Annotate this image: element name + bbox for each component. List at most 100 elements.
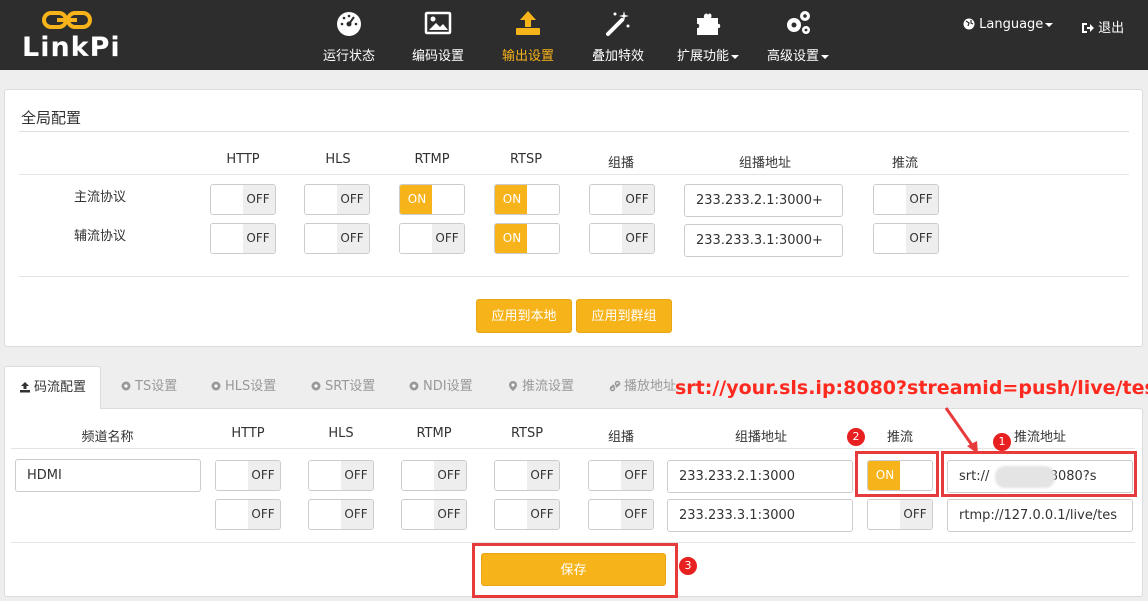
chevron-down-icon (1045, 22, 1054, 27)
row-label-main: 主流协议 (74, 190, 127, 205)
tab-stream-config[interactable]: 码流配置 (4, 366, 102, 409)
nav-label: 输出设置 (501, 49, 554, 64)
ch2-push-addr-input[interactable]: rtmp://127.0.0.1/live/tes (947, 499, 1133, 532)
main-hls-toggle[interactable]: OFF (304, 184, 370, 215)
nav-item-extensions[interactable]: 扩展功能 (670, 0, 746, 70)
link-icon (609, 380, 621, 392)
col-header-rtsp: RTSP (510, 426, 544, 441)
nav-label: 高级设置 (760, 45, 836, 64)
row-label-sub: 辅流协议 (74, 229, 127, 244)
srt-url-annotation: srt://your.sls.ip:8080?streamid=push/liv… (675, 377, 1148, 399)
globe-icon (963, 18, 975, 30)
nav-item-advanced[interactable]: 高级设置 (760, 0, 836, 70)
col-header-channel-name: 频道名称 (81, 430, 134, 445)
gears-icon (787, 11, 810, 34)
top-navbar: LinkPi 运行状态 编码设置 输出设置 叠加特效 扩展功能 高级设置 Lan… (0, 0, 1148, 70)
upload-icon (20, 382, 30, 393)
tab-ts-settings[interactable]: TS设置 (120, 366, 177, 408)
ch2-rtmp-toggle[interactable]: OFF (401, 499, 467, 530)
col-header-http: HTTP (226, 152, 260, 167)
chain-link-icon (42, 11, 92, 29)
ch1-multicast-toggle[interactable]: OFF (588, 460, 654, 491)
gear-icon (121, 381, 131, 391)
panel-title: 全局配置 (21, 109, 82, 127)
col-header-hls: HLS (328, 426, 354, 441)
highlight-box-save (472, 543, 678, 598)
arrow-annotation-icon (944, 407, 978, 454)
channel-name-input[interactable]: HDMI (15, 459, 201, 492)
apply-local-button[interactable]: 应用到本地 (476, 299, 572, 333)
tab-hls-settings[interactable]: HLS设置 (210, 366, 276, 408)
sub-hls-toggle[interactable]: OFF (304, 223, 370, 254)
image-icon (424, 11, 452, 35)
logout-icon (1082, 23, 1094, 33)
tab-push-settings[interactable]: 推流设置 (507, 366, 574, 408)
gear-icon (211, 381, 221, 391)
sub-multicast-toggle[interactable]: OFF (589, 223, 655, 254)
step-badge-3: 3 (679, 557, 697, 575)
ch2-push-toggle[interactable]: OFF (867, 499, 933, 530)
gear-icon (409, 381, 419, 391)
ch2-http-toggle[interactable]: OFF (215, 499, 281, 530)
col-header-multicast-addr: 组播地址 (734, 430, 787, 445)
sub-rtmp-toggle[interactable]: OFF (399, 223, 465, 254)
main-push-toggle[interactable]: OFF (873, 184, 939, 215)
language-dropdown[interactable]: Language (963, 17, 1054, 32)
main-multicast-addr-input[interactable]: 233.233.2.1:3000+ (684, 184, 843, 217)
ch1-rtmp-toggle[interactable]: OFF (401, 460, 467, 491)
brand-name: LinkPi (22, 32, 121, 63)
col-header-rtmp: RTMP (416, 426, 452, 441)
col-header-hls: HLS (325, 152, 351, 167)
highlight-box-push-toggle (855, 451, 939, 497)
upload-icon (516, 11, 540, 35)
ch2-rtsp-toggle[interactable]: OFF (494, 499, 560, 530)
col-header-push: 推流 (886, 430, 913, 445)
ch2-multicast-toggle[interactable]: OFF (588, 499, 654, 530)
ch2-multicast-addr-input[interactable]: 233.233.3.1:3000 (667, 499, 853, 532)
sub-rtsp-toggle[interactable]: ON (494, 223, 560, 254)
nav-item-overlay[interactable]: 叠加特效 (582, 0, 654, 70)
sub-http-toggle[interactable]: OFF (210, 223, 276, 254)
ch1-multicast-addr-input[interactable]: 233.233.2.1:3000 (667, 460, 853, 493)
puzzle-icon (697, 13, 721, 35)
gear-icon (311, 381, 321, 391)
nav-label: 编码设置 (411, 49, 464, 64)
main-multicast-toggle[interactable]: OFF (589, 184, 655, 215)
global-config-panel: 全局配置 HTTP HLS RTMP RTSP 组播 组播地址 推流 主流协议 … (4, 89, 1143, 347)
step-badge-2: 2 (847, 428, 865, 446)
col-header-multicast: 组播 (607, 156, 634, 171)
nav-item-output[interactable]: 输出设置 (492, 0, 564, 70)
magic-wand-icon (606, 11, 630, 36)
sub-push-toggle[interactable]: OFF (873, 223, 939, 254)
divider (19, 131, 1129, 132)
col-header-rtmp: RTMP (414, 152, 450, 167)
logout-label: 退出 (1098, 21, 1125, 36)
nav-label: 叠加特效 (591, 49, 644, 64)
ch1-http-toggle[interactable]: OFF (215, 460, 281, 491)
nav-item-encoding[interactable]: 编码设置 (402, 0, 474, 70)
logout-button[interactable]: 退出 (1081, 17, 1124, 36)
divider (19, 276, 1129, 277)
divider (19, 174, 1129, 175)
language-label: Language (979, 17, 1044, 32)
main-rtsp-toggle[interactable]: ON (494, 184, 560, 215)
tab-ndi-settings[interactable]: NDI设置 (408, 366, 473, 408)
tab-play-address[interactable]: 播放地址 (609, 366, 676, 408)
chevron-down-icon (731, 54, 739, 59)
ch1-hls-toggle[interactable]: OFF (308, 460, 374, 491)
sub-multicast-addr-input[interactable]: 233.233.3.1:3000+ (684, 224, 843, 257)
main-http-toggle[interactable]: OFF (210, 184, 276, 215)
apply-group-button[interactable]: 应用到群组 (576, 299, 672, 333)
main-rtmp-toggle[interactable]: ON (399, 184, 465, 215)
col-header-push: 推流 (891, 156, 918, 171)
ch1-rtsp-toggle[interactable]: OFF (494, 460, 560, 491)
nav-label: 扩展功能 (670, 45, 746, 64)
nav-item-status[interactable]: 运行状态 (313, 0, 385, 70)
step-badge-1: 1 (993, 433, 1011, 451)
chevron-down-icon (821, 54, 829, 59)
brand-logo[interactable]: LinkPi (20, 8, 120, 64)
col-header-multicast-addr: 组播地址 (738, 156, 791, 171)
tab-srt-settings[interactable]: SRT设置 (310, 366, 375, 408)
ch2-hls-toggle[interactable]: OFF (308, 499, 374, 530)
highlight-box-push-addr (941, 451, 1137, 497)
